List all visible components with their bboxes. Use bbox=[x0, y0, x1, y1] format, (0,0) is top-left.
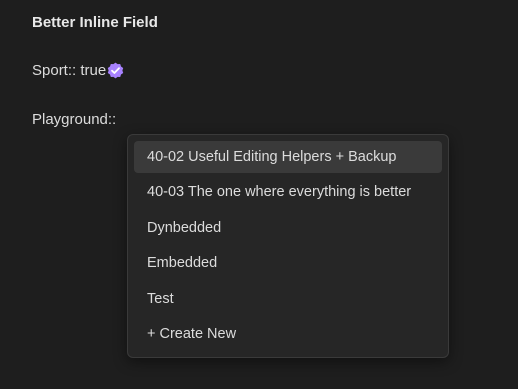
dropdown-item-everything-is-better[interactable]: 40-03 The one where everything is better bbox=[134, 176, 442, 208]
dropdown-item-dynbedded[interactable]: Dynbedded bbox=[134, 212, 442, 244]
check-circle-icon bbox=[107, 62, 124, 79]
sport-field-text: Sport:: true bbox=[32, 62, 107, 79]
dropdown-item-useful-editing-helpers[interactable]: 40-02 Useful Editing Helpers + Backup bbox=[134, 141, 442, 173]
playground-field-text: Playground:: bbox=[32, 111, 117, 128]
page-heading: Better Inline Field bbox=[32, 14, 158, 31]
suggestion-dropdown: 40-02 Useful Editing Helpers + Backup 40… bbox=[127, 134, 449, 358]
sport-field[interactable]: Sport:: true bbox=[32, 62, 124, 79]
playground-field[interactable]: Playground:: bbox=[32, 111, 116, 128]
dropdown-item-embedded[interactable]: Embedded bbox=[134, 247, 442, 279]
dropdown-item-create-new[interactable]: + Create New bbox=[134, 318, 442, 350]
dropdown-item-test[interactable]: Test bbox=[134, 283, 442, 315]
